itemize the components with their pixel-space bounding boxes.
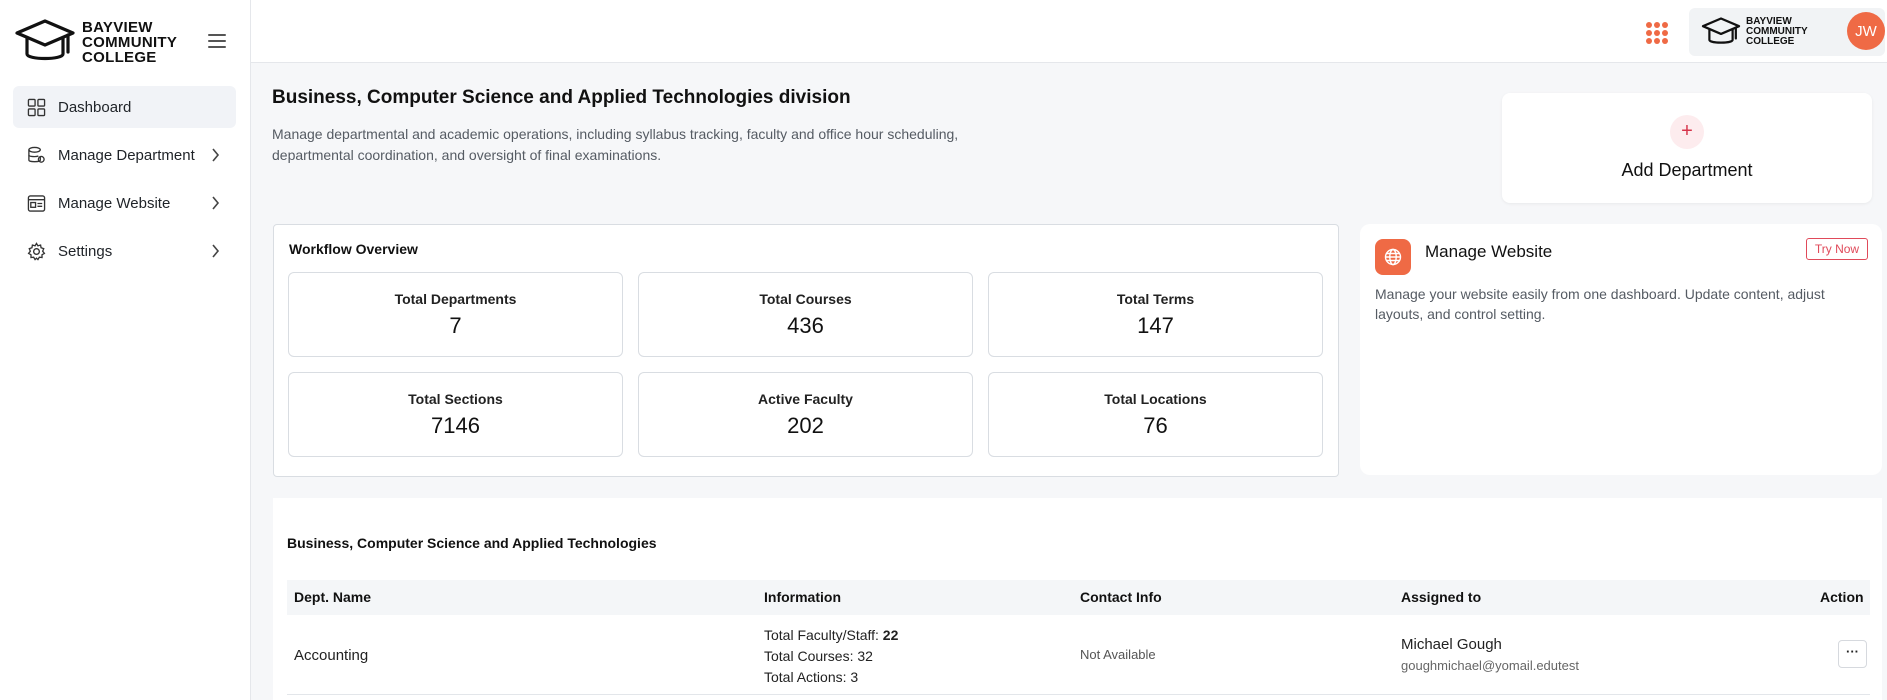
page-description: Manage departmental and academic operati… xyxy=(272,126,959,163)
topbar: BAYVIEW COMMUNITY COLLEGE JW xyxy=(251,0,1887,63)
manage-website-title: Manage Website xyxy=(1425,242,1553,261)
sidebar-item-manage-department[interactable]: Manage Department xyxy=(13,134,236,176)
stat-total-terms: Total Terms 147 xyxy=(988,272,1323,357)
menu-toggle-icon[interactable] xyxy=(208,34,226,50)
stat-total-courses: Total Courses 436 xyxy=(638,272,973,357)
sidebar-item-label: Settings xyxy=(58,242,113,260)
page-title: Business, Computer Science and Applied T… xyxy=(272,87,851,108)
try-now-button[interactable]: Try Now xyxy=(1806,238,1868,260)
stat-active-faculty: Active Faculty 202 xyxy=(638,372,973,457)
assignee-name: Michael Gough xyxy=(1401,636,1502,653)
stat-total-sections: Total Sections 7146 xyxy=(288,372,623,457)
brand-name-small: BAYVIEW COMMUNITY COLLEGE xyxy=(1746,16,1808,47)
manage-website-description: Manage your website easily from one dash… xyxy=(1375,286,1825,322)
add-department-label: Add Department xyxy=(1621,160,1753,180)
browser-window-icon xyxy=(27,194,46,212)
workflow-title: Workflow Overview xyxy=(289,241,418,257)
column-header: Assigned to xyxy=(1401,589,1482,605)
brand-logo[interactable]: BAYVIEW COMMUNITY COLLEGE xyxy=(14,18,177,66)
column-header: Dept. Name xyxy=(294,589,372,605)
sidebar-nav: Dashboard Manage Department Manage Websi… xyxy=(13,86,236,278)
table-header: Dept. Name Information Contact Info Assi… xyxy=(287,580,1870,615)
dept-name: Accounting xyxy=(294,647,369,664)
table-row: Accounting Total Faculty/Staff: 22 Total… xyxy=(287,615,1870,695)
database-gear-icon xyxy=(28,146,45,163)
sidebar-item-label: Dashboard xyxy=(58,98,132,116)
row-more-actions-button[interactable]: ··· xyxy=(1838,640,1867,668)
graduation-cap-icon xyxy=(1701,17,1741,44)
sidebar: BAYVIEW COMMUNITY COLLEGE Dashboard Mana… xyxy=(0,0,251,700)
brand-name: BAYVIEW COMMUNITY COLLEGE xyxy=(82,18,178,66)
sidebar-item-settings[interactable]: Settings xyxy=(13,230,236,272)
dept-assignee: Michael Gough goughmichael@yomail.edutes… xyxy=(1401,636,1579,673)
sidebar-item-label: Manage Department xyxy=(58,146,195,164)
column-header: Contact Info xyxy=(1080,589,1162,605)
column-header: Action xyxy=(1820,589,1864,605)
chevron-right-icon xyxy=(212,244,220,258)
sidebar-item-dashboard[interactable]: Dashboard xyxy=(13,86,236,128)
assignee-email: goughmichael@yomail.edutest xyxy=(1401,658,1579,673)
manage-website-card: Manage Website Try Now Manage your websi… xyxy=(1360,224,1882,475)
departments-table-card: Business, Computer Science and Applied T… xyxy=(273,498,1882,700)
sidebar-item-manage-website[interactable]: Manage Website xyxy=(13,182,236,224)
graduation-cap-icon xyxy=(15,19,75,61)
sidebar-item-label: Manage Website xyxy=(58,194,171,212)
departments-table-title: Business, Computer Science and Applied T… xyxy=(287,535,657,551)
workflow-overview: Workflow Overview Total Departments 7 To… xyxy=(273,224,1339,477)
add-department-button[interactable]: + Add Department xyxy=(1502,93,1872,203)
avatar[interactable]: JW xyxy=(1847,12,1885,50)
plus-icon: + xyxy=(1670,115,1704,149)
column-header: Information xyxy=(764,589,841,605)
stat-total-departments: Total Departments 7 xyxy=(288,272,623,357)
dept-contact-info: Not Available xyxy=(1080,647,1156,662)
dept-information: Total Faculty/Staff: 22 Total Courses: 3… xyxy=(764,627,899,685)
gear-icon xyxy=(27,241,46,261)
chevron-right-icon xyxy=(212,196,220,210)
globe-icon xyxy=(1375,239,1411,275)
stat-total-locations: Total Locations 76 xyxy=(988,372,1323,457)
dashboard-grid-icon xyxy=(27,98,46,116)
apps-grid-icon[interactable] xyxy=(1646,22,1668,44)
chevron-right-icon xyxy=(212,148,220,162)
